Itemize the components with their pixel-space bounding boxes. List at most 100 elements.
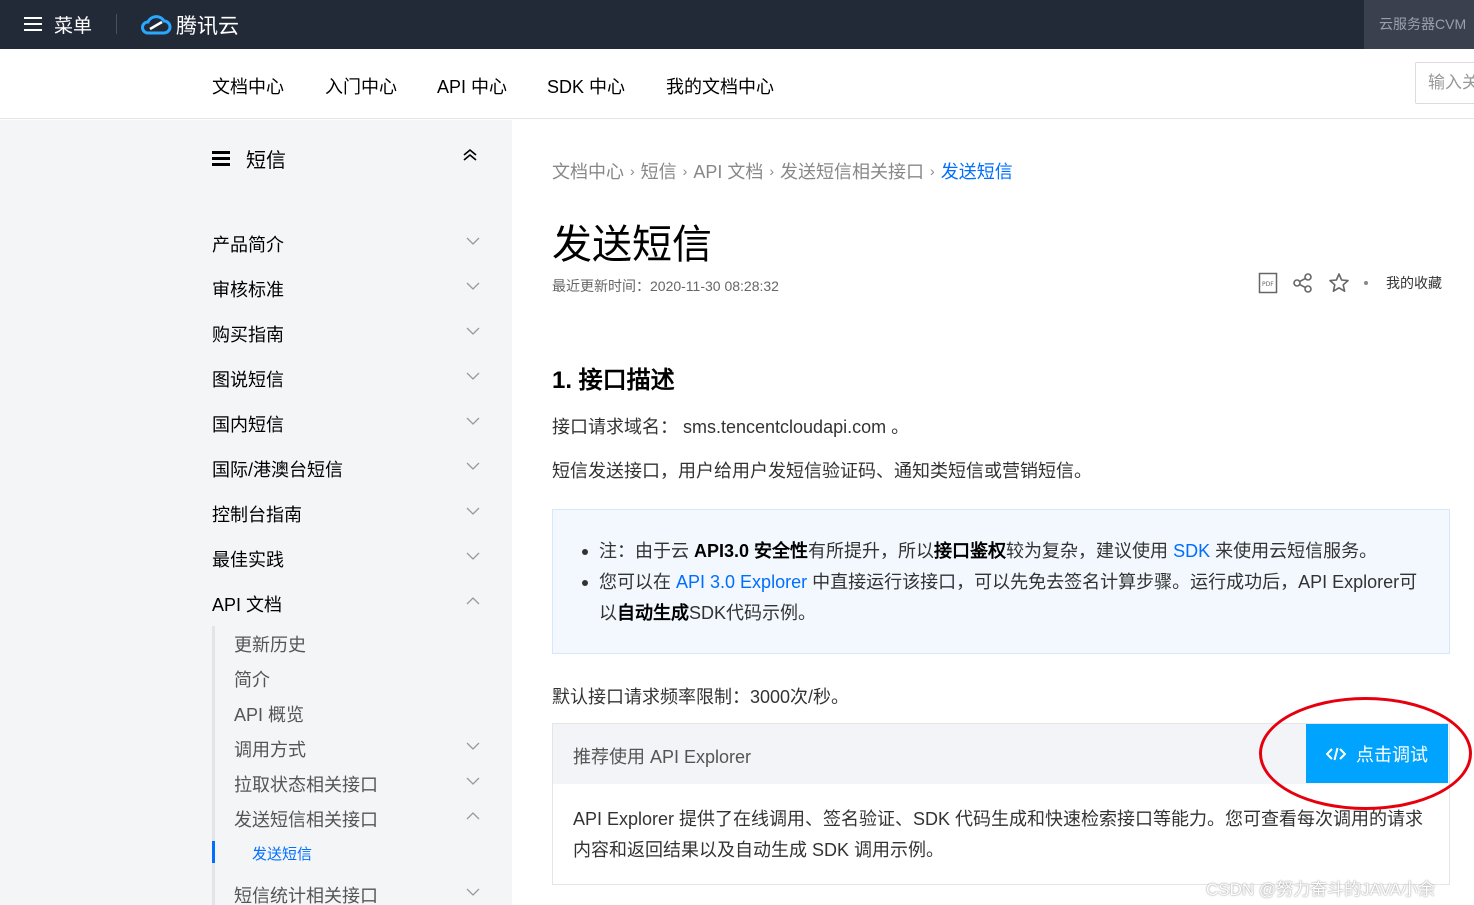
sidebar-item-api-docs[interactable]: API 文档 [212, 591, 482, 617]
nav-my-docs[interactable]: 我的文档中心 [666, 73, 774, 99]
cloud-logo-icon [141, 15, 172, 35]
breadcrumb-item[interactable]: API 文档 [693, 158, 763, 184]
notice-box: 注：由于云 API3.0 安全性有所提升，所以接口鉴权较为复杂，建议使用 SDK… [552, 509, 1450, 654]
doc-toolbar: PDF 我的收藏 [1258, 272, 1442, 294]
sidebar-subitem-intro[interactable]: 简介 [234, 666, 482, 692]
sidebar-subitem-send-sms-active[interactable]: 发送短信 [252, 843, 312, 864]
collapse-all-icon[interactable] [462, 148, 478, 162]
sidebar-item-label: 审核标准 [212, 280, 284, 300]
sidebar-subitem-call-method[interactable]: 调用方式 [234, 736, 482, 762]
sidebar-subitem-api-overview[interactable]: API 概览 [234, 701, 482, 727]
chevron-down-icon [466, 552, 480, 560]
product-shortcut[interactable]: 云服务器CVM [1364, 0, 1474, 49]
share-button[interactable] [1292, 272, 1314, 294]
active-indicator [212, 841, 215, 863]
pdf-download-button[interactable]: PDF [1258, 272, 1278, 294]
sidebar-subitem-statistics-apis[interactable]: 短信统计相关接口 [234, 882, 482, 905]
sidebar-item-purchase-guide[interactable]: 购买指南 [212, 321, 482, 347]
sidebar-item-illustrated-sms[interactable]: 图说短信 [212, 366, 482, 392]
svg-text:PDF: PDF [1262, 281, 1274, 288]
sidebar-item-label: 购买指南 [212, 325, 284, 345]
sidebar-subitem-label: 拉取状态相关接口 [234, 775, 378, 795]
sidebar-item-label: 国内短信 [212, 415, 284, 435]
breadcrumb-item[interactable]: 发送短信相关接口 [780, 158, 924, 184]
chevron-up-icon [466, 812, 480, 820]
sidebar: 短信 产品简介 审核标准 购买指南 图说短信 国内短信 国际/港澳台短信 控制台… [0, 120, 512, 905]
chevron-down-icon [466, 237, 480, 245]
watermark: CSDN @努力奋斗的JAVA小余 [1206, 880, 1436, 899]
sidebar-subitem-label: 短信统计相关接口 [234, 886, 378, 905]
sidebar-item-label: 产品简介 [212, 235, 284, 255]
notice-item: 注：由于云 API3.0 安全性有所提升，所以接口鉴权较为复杂，建议使用 SDK… [581, 536, 1431, 567]
share-icon [1293, 273, 1312, 293]
nav-getting-started[interactable]: 入门中心 [325, 73, 397, 99]
sidebar-item-label: API 文档 [212, 595, 283, 615]
sidebar-subitem-changelog[interactable]: 更新历史 [234, 631, 482, 657]
doc-nav-bar: 文档中心 入门中心 API 中心 SDK 中心 我的文档中心 输入关 [0, 49, 1474, 119]
chevron-down-icon [466, 282, 480, 290]
description-text: 短信发送接口，用户给用户发短信验证码、通知类短信或营销短信。 [552, 461, 1092, 481]
sidebar-subitem-send-apis[interactable]: 发送短信相关接口 [234, 806, 482, 832]
breadcrumb-current[interactable]: 发送短信 [941, 158, 1013, 184]
chevron-right-icon: › [930, 163, 935, 179]
chevron-up-icon [466, 597, 480, 605]
sidebar-item-product-intro[interactable]: 产品简介 [212, 231, 482, 257]
favorite-button[interactable] [1328, 272, 1350, 294]
top-header-bar: 菜单 腾讯云 云服务器CVM [0, 0, 1474, 49]
menu-button[interactable]: 菜单 [24, 12, 93, 37]
chevron-down-icon [466, 742, 480, 750]
chevron-down-icon [466, 888, 480, 896]
chevron-right-icon: › [682, 163, 688, 179]
debug-button[interactable]: 点击调试 [1306, 724, 1448, 783]
hamburger-icon [24, 16, 42, 32]
chevron-right-icon: › [769, 163, 775, 179]
sidebar-item-best-practice[interactable]: 最佳实践 [212, 546, 482, 572]
chevron-down-icon [466, 417, 480, 425]
sidebar-item-label: 国际/港澳台短信 [212, 460, 344, 480]
debug-button-label: 点击调试 [1356, 744, 1428, 765]
breadcrumb: 文档中心 › 短信 › API 文档 › 发送短信相关接口 › 发送短信 [552, 158, 1013, 184]
sidebar-item-label: 控制台指南 [212, 505, 302, 525]
api-explorer-link[interactable]: API 3.0 Explorer [676, 572, 807, 592]
submenu-rail [212, 626, 215, 905]
sdk-link[interactable]: SDK [1173, 541, 1210, 561]
search-input[interactable]: 输入关 [1415, 62, 1474, 104]
logo-text: 腾讯云 [176, 15, 239, 38]
breadcrumb-item[interactable]: 文档中心 [552, 158, 624, 184]
chevron-right-icon: › [630, 163, 635, 179]
my-favorites-link[interactable]: 我的收藏 [1386, 273, 1442, 293]
header-divider [116, 14, 117, 34]
sidebar-item-review-standard[interactable]: 审核标准 [212, 276, 482, 302]
sidebar-item-international-sms[interactable]: 国际/港澳台短信 [212, 456, 482, 482]
star-icon [1329, 273, 1349, 292]
section-heading: 1. 接口描述 [552, 367, 675, 394]
page-title: 发送短信 [552, 223, 712, 267]
sidebar-item-label: 图说短信 [212, 370, 284, 390]
sidebar-item-domestic-sms[interactable]: 国内短信 [212, 411, 482, 437]
chevron-down-icon [466, 372, 480, 380]
sidebar-item-console-guide[interactable]: 控制台指南 [212, 501, 482, 527]
sidebar-subitem-status-apis[interactable]: 拉取状态相关接口 [234, 771, 482, 797]
nav-doc-center[interactable]: 文档中心 [212, 73, 284, 99]
nav-sdk-center[interactable]: SDK 中心 [547, 73, 625, 99]
rate-limit-text: 默认接口请求频率限制：3000次/秒。 [552, 687, 850, 707]
last-updated: 最近更新时间：2020-11-30 08:28:32 [552, 278, 779, 294]
sidebar-subitem-label: 发送短信相关接口 [234, 810, 378, 830]
sidebar-header[interactable]: 短信 [212, 144, 286, 173]
chevron-down-icon [466, 462, 480, 470]
sidebar-subitem-label: 调用方式 [234, 740, 306, 760]
menu-label: 菜单 [54, 15, 93, 37]
sidebar-item-label: 最佳实践 [212, 550, 284, 570]
breadcrumb-item[interactable]: 短信 [641, 158, 677, 184]
pdf-icon: PDF [1258, 272, 1278, 294]
nav-api-center[interactable]: API 中心 [437, 73, 507, 99]
chevron-down-icon [466, 507, 480, 515]
separator-dot [1364, 281, 1368, 285]
sidebar-title: 短信 [246, 150, 286, 172]
list-icon [212, 151, 230, 166]
api-explorer-title: 推荐使用 API Explorer [573, 747, 752, 767]
chevron-down-icon [466, 777, 480, 785]
code-icon [1326, 747, 1346, 760]
notice-item: 您可以在 API 3.0 Explorer 中直接运行该接口，可以先免去签名计算… [581, 567, 1431, 629]
tencent-cloud-logo[interactable]: 腾讯云 [140, 10, 239, 40]
